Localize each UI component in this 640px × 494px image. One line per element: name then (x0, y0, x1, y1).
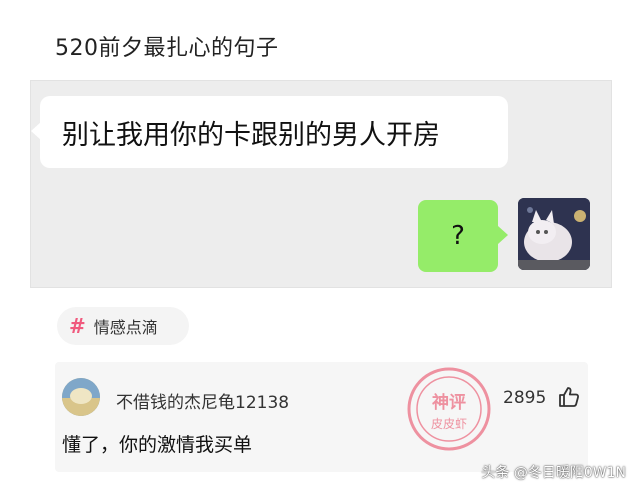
received-message-bubble: 别让我用你的卡跟别的男人开房 (31, 96, 508, 168)
like-count: 2895 (503, 388, 547, 408)
hash-icon: # (69, 314, 86, 338)
post-title: 520前夕最扎心的句子 (55, 36, 279, 61)
topic-tag[interactable]: # 情感点滴 (57, 307, 189, 345)
received-message-text: 别让我用你的卡跟别的男人开房 (62, 119, 440, 151)
sent-message-bubble: ? (418, 200, 508, 272)
sent-message-text: ? (451, 221, 465, 251)
topic-tag-label: 情感点滴 (93, 318, 158, 337)
stamp-top-text: 神评 (432, 392, 466, 413)
godly-comment-stamp: 神评 皮皮虾 (407, 367, 491, 451)
comment-text: 懂了，你的激情我买单 (62, 434, 253, 456)
commenter-avatar[interactable] (62, 378, 100, 416)
cat-avatar[interactable] (518, 198, 590, 270)
stamp-bottom-text: 皮皮虾 (431, 417, 467, 431)
source-watermark: 头条 @冬日暖阳0W1N (481, 465, 626, 481)
commenter-username[interactable]: 不借钱的杰尼龟12138 (116, 388, 289, 413)
thumbs-up-icon[interactable] (557, 385, 581, 409)
